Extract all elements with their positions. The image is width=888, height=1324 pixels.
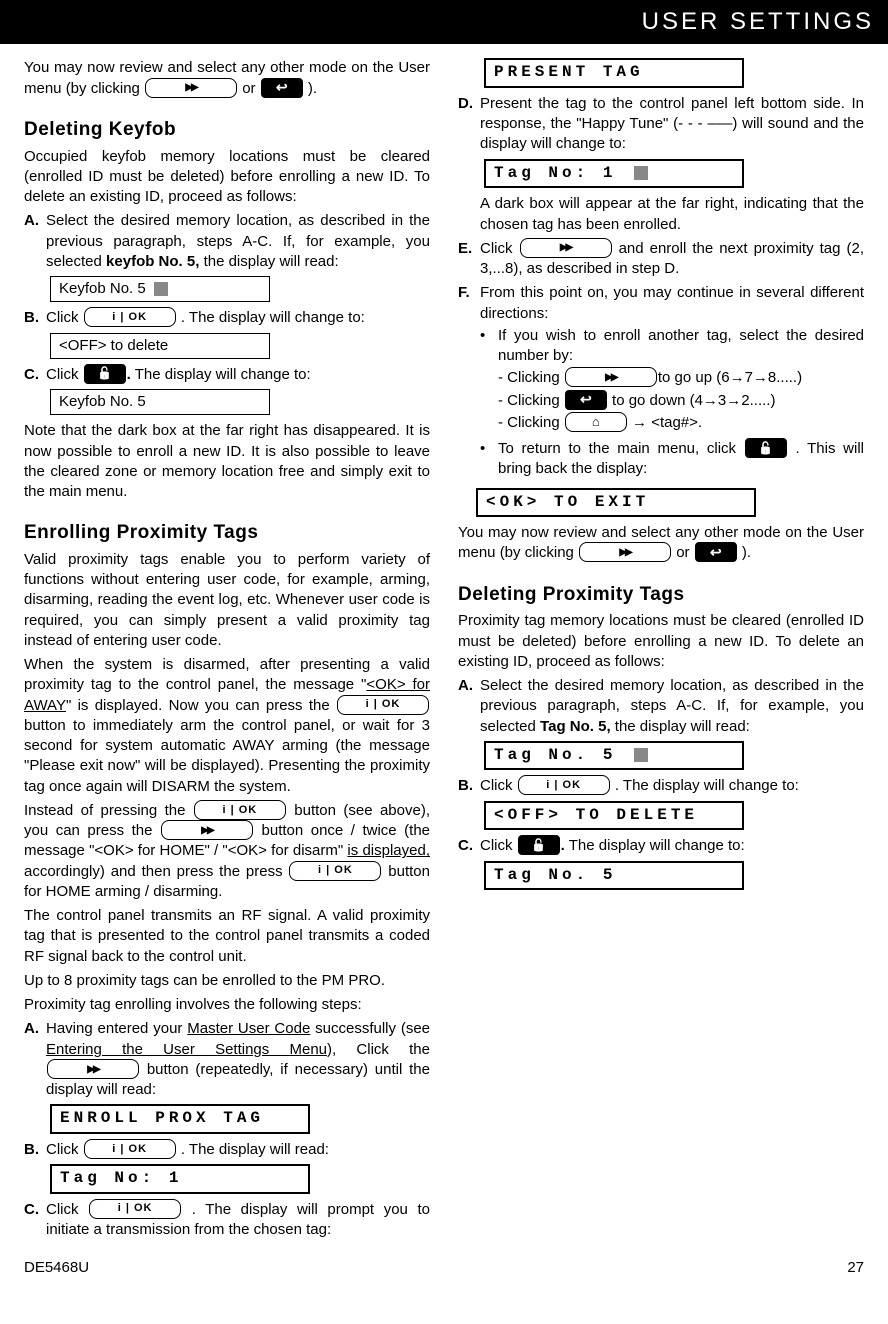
enroll-p5: Up to 8 proximity tags can be enrolled t… [24,971,430,991]
fast-forward-icon [605,370,616,385]
unlock-button[interactable] [84,364,126,384]
fast-forward-icon [560,240,571,255]
lcd-ok-to-exit: <OK> TO EXIT [476,488,756,518]
back-arrow-icon [580,390,592,409]
del-kf-note: Note that the dark box at the far right … [24,421,430,502]
del-kf-steps: A. Select the desired memory location, a… [24,211,430,272]
ok-icon [546,778,581,793]
page-number: 27 [847,1258,864,1278]
page-footer: DE5468U 27 [0,1254,888,1288]
lcd-present-tag: PRESENT TAG [484,58,744,88]
forward-button[interactable] [145,78,237,98]
intro-text: You may now review and select any other … [24,58,430,99]
ok-button[interactable] [84,307,176,327]
unlock-button[interactable] [518,835,560,855]
back-arrow-icon [710,543,722,562]
ok-button[interactable] [194,800,286,820]
home-button[interactable] [565,412,627,432]
enroll-p4: The control panel transmits an RF signal… [24,906,430,967]
heading-deleting-prox: Deleting Proximity Tags [458,582,864,608]
forward-button[interactable] [47,1059,139,1079]
enroll-p2: When the system is disarmed, after prese… [24,655,430,797]
forward-button[interactable] [161,820,253,840]
back-button[interactable] [565,390,607,410]
del-px-intro: Proximity tag memory locations must be c… [458,611,864,672]
unlock-icon [758,440,773,457]
ok-icon [118,1201,153,1216]
ok-button[interactable] [89,1199,181,1219]
lcd-keyfob-5-box: Keyfob No. 5 [50,276,270,302]
forward-button[interactable] [520,238,612,258]
lcd-off-to-delete-prox: <OFF> TO DELETE [484,801,744,831]
fast-forward-icon [201,823,212,838]
ok-button[interactable] [289,861,381,881]
lcd-tag-5-clear: Tag No. 5 [484,861,744,891]
lcd-enroll-prox: ENROLL PROX TAG [50,1104,310,1134]
enroll-p1: Valid proximity tags enable you to perfo… [24,550,430,651]
page-header: USER SETTINGS [0,0,888,44]
dark-box-note: A dark box will appear at the far right,… [480,194,864,235]
prox-enroll-steps: A. Having entered your Master User Code … [24,1019,430,1100]
enroll-p3: Instead of pressing the button (see abov… [24,801,430,902]
outro-text: You may now review and select any other … [458,523,864,564]
ok-icon [112,310,147,325]
unlock-icon [531,837,546,854]
ok-icon [366,697,401,712]
lcd-tag-5-box: Tag No. 5 [484,741,744,771]
fast-forward-icon [87,1062,98,1077]
unlock-icon [97,365,112,382]
ok-icon [112,1142,147,1157]
lcd-keyfob-5-clear: Keyfob No. 5 [50,389,270,415]
lcd-tag-no-1-enrolled: Tag No: 1 [484,159,744,189]
del-px-steps: A. Select the desired memory location, a… [458,676,864,737]
fast-forward-icon [619,545,630,560]
back-button[interactable] [261,78,303,98]
page-body: You may now review and select any other … [0,44,888,1254]
forward-button[interactable] [579,542,671,562]
heading-enrolling-prox: Enrolling Proximity Tags [24,520,430,546]
ok-button[interactable] [518,775,610,795]
unlock-button[interactable] [745,438,787,458]
cursor-block [154,282,168,296]
ok-icon [223,803,258,818]
heading-deleting-keyfob: Deleting Keyfob [24,117,430,143]
doc-id: DE5468U [24,1258,89,1278]
home-icon [592,413,600,431]
forward-button[interactable] [565,367,657,387]
lcd-tag-no-1: Tag No: 1 [50,1164,310,1194]
del-kf-intro: Occupied keyfob memory locations must be… [24,147,430,208]
ok-button[interactable] [337,695,429,715]
back-arrow-icon [276,78,288,97]
ok-icon [318,863,353,878]
prox-enroll-intro: Proximity tag enrolling involves the fol… [24,995,430,1015]
lcd-off-to-delete: <OFF> to delete [50,333,270,359]
ok-button[interactable] [84,1139,176,1159]
cursor-block [634,166,648,180]
back-button[interactable] [695,542,737,562]
fast-forward-icon [185,80,196,95]
header-title: USER SETTINGS [642,8,874,35]
cursor-block [634,748,648,762]
